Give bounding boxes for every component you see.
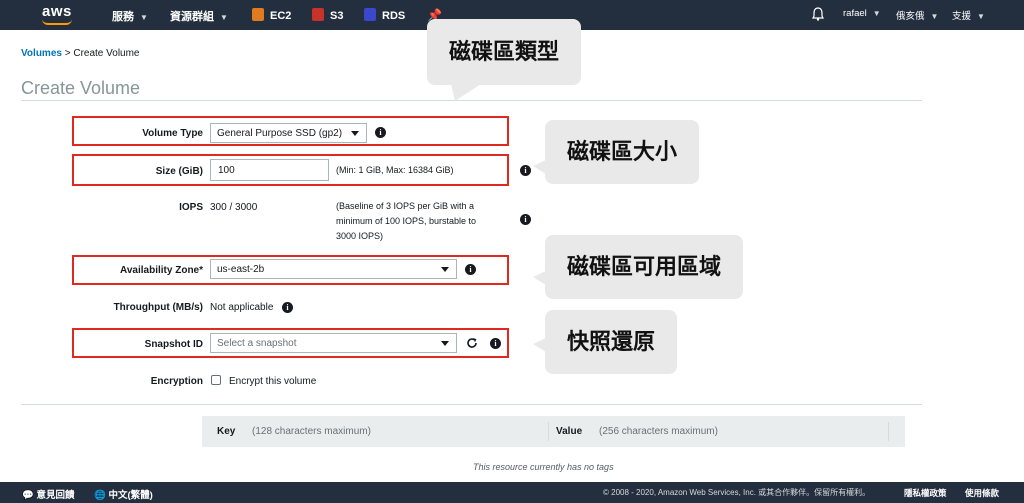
encrypt-checkbox[interactable] [211, 375, 221, 385]
services-label: 服務 [112, 11, 134, 23]
iops-hint-line: 3000 IOPS) [336, 231, 384, 241]
tag-value-hint: (256 characters maximum) [599, 426, 718, 437]
annotation-size-text: 磁碟區大小 [567, 139, 678, 164]
resource-groups-label: 資源群組 [170, 11, 214, 23]
volume-type-highlight [72, 116, 509, 146]
breadcrumb-current: Create Volume [73, 48, 140, 59]
language-label: 中文(繁體) [108, 490, 153, 501]
globe-icon: 🌐 [94, 490, 106, 501]
user-menu[interactable]: rafael ▼ [843, 8, 881, 19]
chevron-down-icon: ▼ [220, 13, 228, 22]
column-separator [548, 422, 549, 441]
breadcrumb-volumes-link[interactable]: Volumes [21, 48, 62, 59]
no-tags-message: This resource currently has no tags [473, 462, 614, 472]
column-separator [888, 422, 889, 441]
info-icon[interactable]: i [282, 302, 293, 313]
chevron-down-icon: ▼ [977, 12, 985, 21]
bubble-tail [533, 271, 546, 285]
throughput-label: Throughput (MB/s) [113, 302, 203, 313]
iops-hint-line: minimum of 100 IOPS, burstable to [336, 216, 477, 226]
copyright-text: © 2008 - 2020, Amazon Web Services, Inc.… [603, 488, 871, 497]
user-name: rafael [843, 8, 867, 19]
snapshot-highlight [72, 328, 509, 358]
annotation-size: 磁碟區大小 [533, 120, 700, 184]
iops-value: 300 / 3000 [210, 202, 258, 213]
annotation-volume-type: 磁碟區類型 [427, 19, 582, 101]
feedback-label: 意見回饋 [36, 490, 75, 501]
tag-key-header: Key [217, 426, 236, 437]
region-name: 俄亥俄 [896, 11, 925, 22]
shortcut-rds[interactable]: RDS [364, 8, 405, 22]
feedback-link[interactable]: 💬 意見回饋 [22, 487, 75, 501]
rds-icon [364, 8, 376, 21]
shortcut-s3-label: S3 [330, 10, 344, 22]
annotation-availability-zone: 磁碟區可用區域 [533, 235, 744, 299]
tag-value-header: Value [556, 426, 583, 437]
resource-groups-menu[interactable]: 資源群組 ▼ [170, 8, 228, 24]
services-menu[interactable]: 服務 ▼ [112, 8, 148, 24]
bell-icon[interactable] [812, 7, 824, 21]
bubble-tail [533, 338, 546, 352]
chevron-down-icon: ▼ [140, 13, 148, 22]
page-title: Create Volume [21, 78, 141, 98]
iops-hint: (Baseline of 3 IOPS per GiB with a minim… [336, 199, 476, 244]
tags-divider [21, 404, 922, 405]
encryption-label: Encryption [150, 376, 203, 387]
shortcut-rds-label: RDS [382, 10, 406, 22]
annotation-snapshot: 快照還原 [533, 310, 678, 374]
footer-bar: 💬 意見回饋 🌐 中文(繁體) © 2008 - 2020, Amazon We… [0, 482, 1024, 503]
info-icon[interactable]: i [520, 165, 531, 176]
shortcut-ec2[interactable]: EC2 [252, 8, 291, 22]
bubble-tail [451, 84, 481, 101]
shortcut-s3[interactable]: S3 [312, 8, 343, 22]
breadcrumb-separator: > [64, 48, 71, 59]
annotation-availability-zone-text: 磁碟區可用區域 [567, 254, 722, 279]
breadcrumb: Volumes > Create Volume [21, 48, 140, 59]
chat-icon: 💬 [22, 490, 34, 501]
info-icon[interactable]: i [520, 214, 531, 225]
chevron-down-icon: ▼ [872, 9, 881, 18]
aws-logo[interactable]: aws [42, 3, 72, 20]
privacy-link[interactable]: 隱私權政策 [904, 487, 947, 499]
iops-label: IOPS [179, 202, 203, 213]
iops-hint-line: (Baseline of 3 IOPS per GiB with a [336, 201, 475, 211]
tag-key-hint: (128 characters maximum) [252, 426, 371, 437]
size-highlight [72, 154, 509, 186]
shortcut-ec2-label: EC2 [270, 10, 292, 22]
support-menu[interactable]: 支援 ▼ [952, 8, 985, 22]
bubble-tail [533, 160, 546, 174]
support-label: 支援 [952, 11, 972, 22]
region-menu[interactable]: 俄亥俄 ▼ [896, 8, 938, 22]
tags-table-header: Key (128 characters maximum) Value (256 … [202, 416, 905, 447]
annotation-volume-type-text: 磁碟區類型 [449, 39, 560, 64]
annotation-snapshot-text: 快照還原 [567, 329, 656, 354]
language-selector[interactable]: 🌐 中文(繁體) [94, 487, 153, 501]
availability-zone-highlight [72, 255, 509, 285]
throughput-value: Not applicable [210, 302, 274, 313]
terms-link[interactable]: 使用條款 [965, 487, 999, 499]
s3-icon [312, 8, 324, 21]
encrypt-checkbox-label[interactable]: Encrypt this volume [229, 376, 316, 387]
chevron-down-icon: ▼ [930, 12, 939, 21]
aws-logo-smile [42, 19, 72, 25]
ec2-icon [252, 8, 264, 21]
